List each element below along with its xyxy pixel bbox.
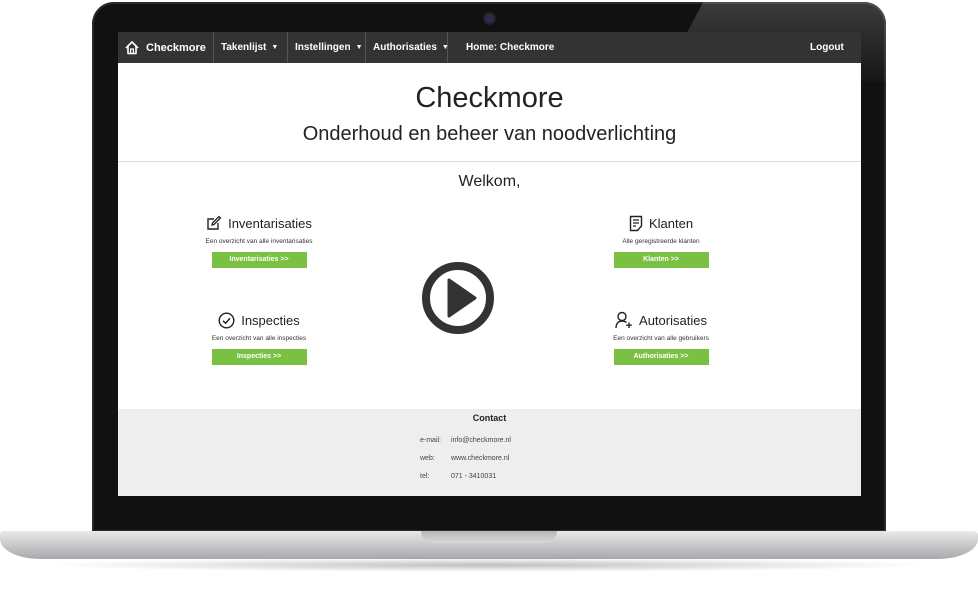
page-title: Checkmore [415,82,564,114]
document-icon [629,215,643,231]
feature-klanten-title: Klanten [648,215,694,231]
contact-email-row: e-mail: info@checkmore.nl [420,437,511,444]
laptop-shadow [40,558,938,572]
menu-instellingen-label: Instellingen [295,42,351,53]
edit-icon [207,215,222,230]
brand-home-link[interactable]: Checkmore [118,32,214,63]
feature-inventarisaties: Inventarisaties Een overzicht van alle i… [174,212,344,268]
feature-klanten: Klanten Alle geregistreerde klanten Klan… [576,212,746,268]
laptop-notch [421,531,557,543]
brand-name: Checkmore [146,41,206,54]
home-icon [125,41,139,55]
contact-phone-label: tel: [420,473,430,480]
feature-klanten-desc: Alle geregistreerde klanten [622,238,700,245]
contact-title: Contact [472,413,507,423]
page-subtitle: Onderhoud en beheer van noodverlichting [302,123,677,145]
feature-inventarisaties-title: Inventarisaties [228,215,312,231]
contact-email-value[interactable]: info@checkmore.nl [451,437,511,444]
menu-takenlijst-label: Takenlijst [221,42,267,53]
menu-authorisaties-label: Authorisaties [373,42,437,53]
authorisaties-button[interactable]: Authorisaties >> [613,349,709,365]
contact-web-row: web: www.checkmore.nl [420,455,509,462]
feature-inspecties-title: Inspecties [241,312,300,328]
caret-down-icon: ▼ [441,44,449,51]
browser-viewport: Checkmore Takenlijst ▼ Instellingen ▼ Au… [118,32,861,496]
menu-takenlijst[interactable]: Takenlijst ▼ [214,32,288,63]
contact-footer: Contact e-mail: info@checkmore.nl web: w… [118,409,861,496]
feature-autorisaties-desc: Een overzicht van alle gebruikers [613,335,709,342]
check-circle-icon [218,311,235,329]
klanten-button[interactable]: Klanten >> [613,252,709,268]
inspecties-button[interactable]: Inspecties >> [211,349,307,365]
caret-down-icon: ▼ [355,44,363,51]
contact-phone-value: 071 - 3410031 [450,473,497,480]
camera-icon [485,14,494,23]
play-video-icon[interactable] [421,261,495,335]
menu-authorisaties[interactable]: Authorisaties ▼ [366,32,449,63]
contact-email-label: e-mail: [420,437,442,444]
header-divider [118,161,861,162]
logout-link[interactable]: Logout [810,32,844,63]
contact-phone-row: tel: 071 - 3410031 [420,473,496,480]
caret-down-icon: ▼ [271,44,279,51]
menu-instellingen[interactable]: Instellingen ▼ [288,32,366,63]
feature-inspecties-desc: Een overzicht van alle inspecties [211,335,307,342]
inventarisaties-button[interactable]: Inventarisaties >> [211,252,307,268]
breadcrumb-home: Home: Checkmore [466,42,555,53]
welcome-text: Welkom, [458,173,521,190]
add-user-icon [615,311,632,329]
feature-inspecties: Inspecties Een overzicht van alle inspec… [174,309,344,365]
feature-autorisaties: Autorisaties Een overzicht van alle gebr… [576,309,746,365]
top-navbar: Checkmore Takenlijst ▼ Instellingen ▼ Au… [118,32,861,63]
contact-web-label: web: [420,455,435,462]
contact-web-value[interactable]: www.checkmore.nl [451,455,509,462]
feature-inventarisaties-desc: Een overzicht van alle inventarisaties [205,238,313,245]
feature-autorisaties-title: Autorisaties [639,312,707,328]
